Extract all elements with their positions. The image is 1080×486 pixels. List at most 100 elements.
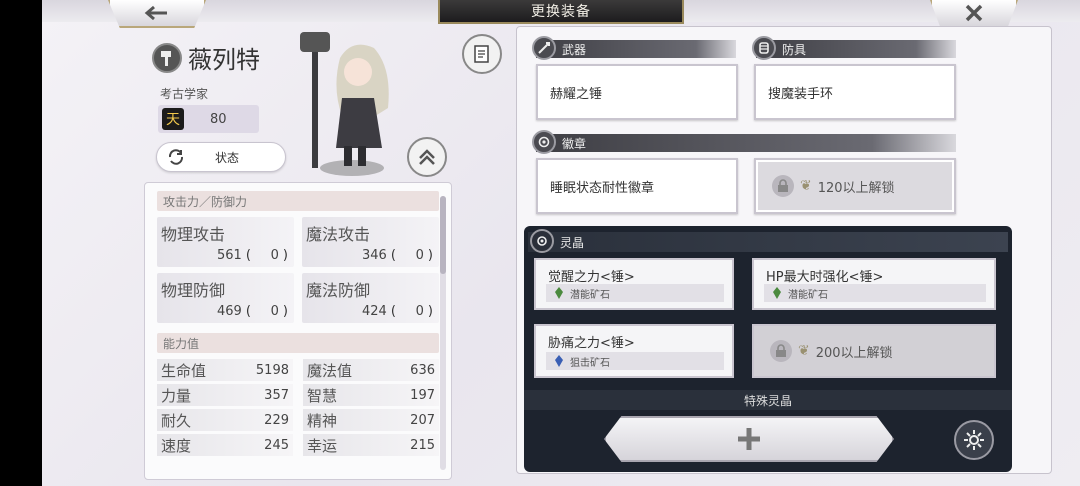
ability-value: 197 [410, 387, 435, 403]
stat-name: 物理防御 [161, 281, 226, 300]
page-title: 更换装备 [438, 0, 684, 24]
crystal-slot-locked: ❦ 200以上解锁 [752, 324, 996, 378]
chevron-up-double-icon [419, 149, 435, 165]
stat-value: 346 [362, 248, 387, 263]
stats-panel[interactable]: 攻击力／防御力 物理攻击 561(0) 魔法攻击 346(0) 物理防御 469… [144, 182, 452, 480]
crystal-area: 灵晶 觉醒之力<锤> 潜能矿石 HP最大时强化<锤> 潜能矿石 胁痛之力<锤> … [524, 226, 1012, 472]
stat-bonus: 0 [415, 248, 424, 263]
ore-green-icon [555, 287, 563, 299]
ability-row: 幸运 215 [303, 434, 439, 456]
status-button[interactable]: 状态 [156, 142, 286, 172]
crystal-category: 灵晶 [528, 229, 1008, 253]
ability-value: 229 [264, 412, 289, 428]
atk-def-grid: 物理攻击 561(0) 魔法攻击 346(0) 物理防御 469(0) 魔法防御… [157, 217, 439, 323]
stats-scrollbar[interactable] [440, 196, 446, 470]
special-crystal-label: 特殊灵晶 [743, 394, 792, 408]
crystal-slot-2[interactable]: HP最大时强化<锤> 潜能矿石 [752, 258, 996, 310]
settings-button[interactable] [954, 420, 994, 460]
back-button[interactable] [108, 0, 206, 28]
ore-row: 狙击矿石 [546, 352, 724, 370]
badge-category: 徽章 [532, 130, 956, 154]
equipment-screen: 更换装备 薇列特 考古学家 天 80 状态 攻击力／防御力 物理攻击 561 (… [42, 0, 1080, 486]
close-icon [965, 4, 983, 22]
weapon-slot[interactable]: 赫耀之锤 [536, 64, 738, 120]
ability-row: 精神 207 [303, 409, 439, 431]
armor-label: 防具 [782, 42, 807, 57]
ability-name: 耐久 [161, 411, 192, 430]
gear-icon [964, 430, 984, 450]
ability-value: 636 [410, 362, 435, 378]
ore-name: 潜能矿石 [570, 289, 610, 301]
ability-name: 力量 [161, 386, 192, 405]
crystal-locked-text: 200以上解锁 [815, 345, 893, 361]
character-job: 考古学家 [160, 87, 209, 101]
badge-icon [532, 130, 556, 154]
ability-row: 力量 357 [157, 384, 293, 406]
ability-name: 智慧 [307, 386, 338, 405]
note-button[interactable] [462, 34, 502, 74]
crystal-slot-3[interactable]: 胁痛之力<锤> 狙击矿石 [534, 324, 734, 378]
ability-grid: 生命值 5198 魔法值 636 力量 357 智慧 197 耐久 229 精神 207 速… [157, 359, 439, 456]
ability-row: 速度 245 [157, 434, 293, 456]
armor-slot[interactable]: 搜魔装手环 [754, 64, 956, 120]
stat-magic-defense: 魔法防御 424(0) [302, 273, 439, 323]
stat-bonus: 0 [270, 304, 279, 319]
refresh-icon [168, 149, 184, 165]
badge-locked-text: 120以上解锁 [817, 180, 895, 196]
ore-name: 狙击矿石 [570, 357, 610, 369]
armor-icon [752, 36, 776, 60]
stat-bonus: 0 [415, 304, 424, 319]
ability-name: 幸运 [307, 436, 338, 455]
ore-green-icon [773, 287, 781, 299]
stat-physical-attack: 物理攻击 561(0) [157, 217, 294, 267]
add-special-crystal-button[interactable] [604, 416, 894, 462]
armor-category: 防具 [752, 36, 956, 60]
ability-row: 魔法值 636 [303, 359, 439, 381]
ability-row: 生命值 5198 [157, 359, 293, 381]
ore-row: 潜能矿石 [764, 284, 986, 302]
scroll-icon [474, 45, 489, 63]
lock-icon [772, 175, 794, 197]
stat-name: 魔法防御 [306, 281, 371, 300]
arrow-left-icon [144, 5, 167, 21]
ability-value: 215 [410, 437, 435, 453]
expand-button[interactable] [407, 137, 447, 177]
ability-name: 魔法值 [307, 361, 353, 380]
stat-name: 物理攻击 [161, 225, 226, 244]
close-button[interactable] [930, 0, 1018, 28]
stat-bonus: 0 [270, 248, 279, 263]
ability-name: 速度 [161, 436, 192, 455]
status-button-label: 状态 [215, 150, 240, 165]
sword-icon [532, 36, 556, 60]
plus-icon [738, 428, 760, 450]
ore-row: 潜能矿石 [546, 284, 724, 302]
level-box: 天 80 [158, 105, 259, 133]
stat-value: 424 [362, 304, 387, 319]
badge-slot[interactable]: 睡眠状态耐性徽章 [536, 158, 738, 214]
ore-blue-icon [555, 355, 563, 367]
armor-item-name: 搜魔装手环 [768, 86, 834, 102]
badge-item-name: 睡眠状态耐性徽章 [550, 180, 655, 196]
ore-name: 潜能矿石 [788, 289, 828, 301]
character-name: 薇列特 [188, 46, 260, 74]
scrollbar-thumb[interactable] [440, 196, 446, 274]
hammer-icon [152, 42, 182, 73]
ability-name: 生命值 [161, 361, 207, 380]
crystal-name: 觉醒之力<锤> [548, 270, 635, 285]
crystal-slot-1[interactable]: 觉醒之力<锤> 潜能矿石 [534, 258, 734, 310]
stat-magic-attack: 魔法攻击 346(0) [302, 217, 439, 267]
lock-icon [770, 340, 792, 362]
ability-name: 精神 [307, 411, 338, 430]
weapon-label: 武器 [562, 42, 587, 57]
badge-slot-locked: ❦ 120以上解锁 [754, 158, 956, 214]
ability-value: 207 [410, 412, 435, 428]
crystal-name: HP最大时强化<锤> [766, 270, 884, 285]
character-portrait [292, 28, 412, 178]
crystal-name: 胁痛之力<锤> [548, 336, 635, 351]
atk-def-title: 攻击力／防御力 [157, 191, 439, 211]
crystal-label: 灵晶 [560, 235, 585, 250]
ability-value: 5198 [255, 362, 289, 378]
ability-value: 245 [264, 437, 289, 453]
ability-row: 耐久 229 [157, 409, 293, 431]
leaf-icon: ❦ [798, 343, 810, 359]
